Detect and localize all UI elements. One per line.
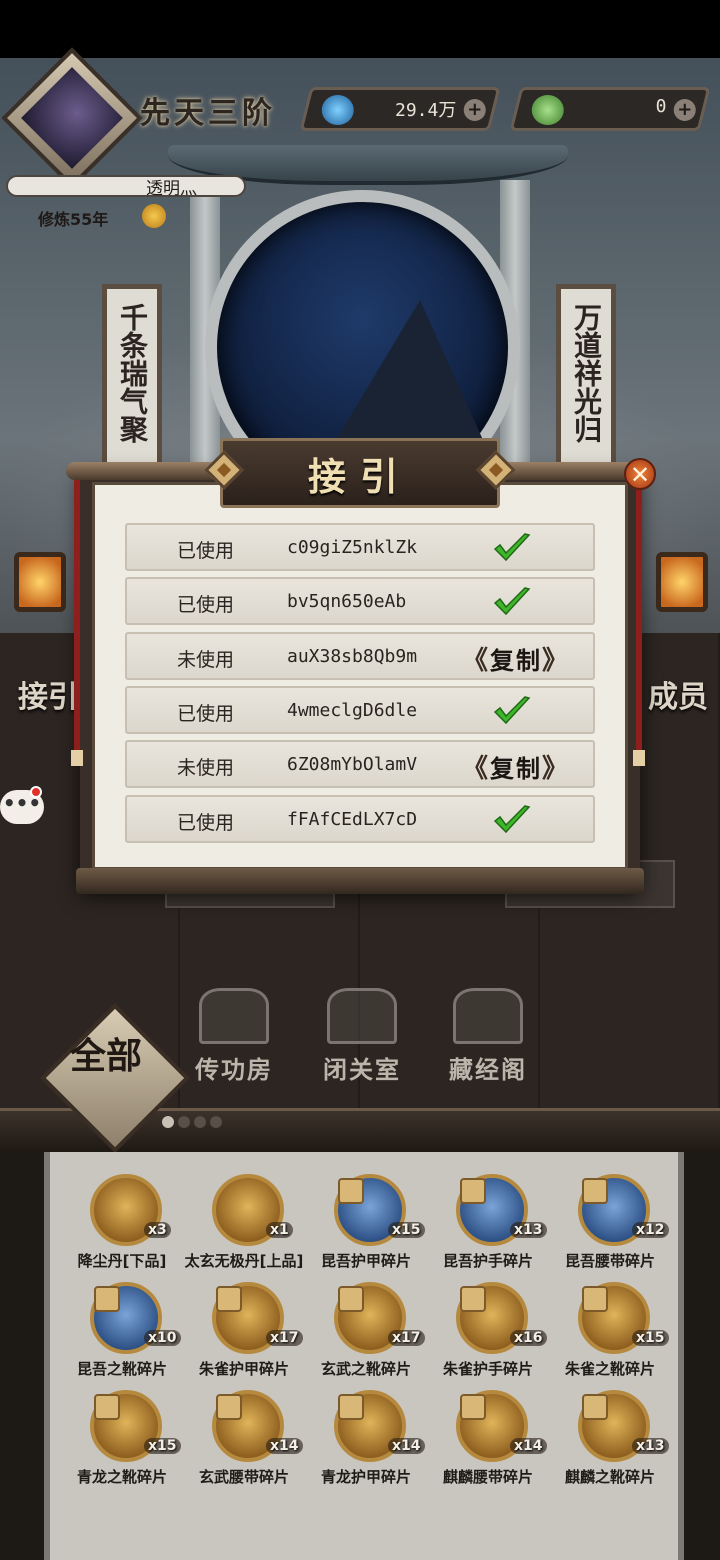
invite-code-row: 已使用 c09giZ5nklZk bbox=[125, 523, 595, 571]
bracket-left: 《 bbox=[461, 753, 490, 784]
invite-code: 4wmeclgD6dle bbox=[287, 700, 418, 721]
check-icon bbox=[493, 805, 531, 834]
check-icon bbox=[493, 533, 531, 562]
tassel bbox=[633, 480, 645, 766]
invite-code: c09giZ5nklZk bbox=[287, 537, 418, 558]
modal-title: 接引 bbox=[307, 453, 412, 499]
invite-code-row: 已使用 bv5qn650eAb bbox=[125, 577, 595, 625]
invite-code: 6Z08mYbOlamV bbox=[287, 754, 418, 775]
code-status: 已使用 bbox=[177, 594, 235, 616]
invite-code-row: 未使用 6Z08mYbOlamV 《复制》 bbox=[125, 740, 595, 788]
copy-label: 复制 bbox=[490, 645, 542, 675]
code-status: 未使用 bbox=[177, 757, 235, 779]
code-status: 已使用 bbox=[177, 703, 235, 725]
bracket-right: 》 bbox=[542, 645, 571, 676]
copy-button[interactable]: 《复制》 bbox=[457, 640, 575, 676]
copy-label: 复制 bbox=[490, 753, 542, 783]
invite-code-row: 未使用 auX38sb8Qb9m 《复制》 bbox=[125, 632, 595, 680]
check-icon bbox=[493, 696, 531, 725]
invite-code-row: 已使用 4wmeclgD6dle bbox=[125, 686, 595, 734]
scroll-rod-bottom bbox=[76, 868, 644, 894]
invite-code-row: 已使用 fFAfCEdLX7cD bbox=[125, 795, 595, 843]
invite-code: auX38sb8Qb9m bbox=[287, 646, 418, 667]
code-status: 已使用 bbox=[177, 812, 235, 834]
tassel bbox=[71, 480, 83, 766]
copy-button[interactable]: 《复制》 bbox=[457, 748, 575, 784]
bracket-right: 》 bbox=[542, 753, 571, 784]
code-status: 已使用 bbox=[177, 540, 235, 562]
modal-title-plate: 接引 bbox=[220, 438, 500, 508]
code-status: 未使用 bbox=[177, 649, 235, 671]
bracket-left: 《 bbox=[461, 645, 490, 676]
check-icon bbox=[493, 587, 531, 616]
close-button[interactable]: ✕ bbox=[624, 458, 656, 490]
invite-code: fFAfCEdLX7cD bbox=[287, 809, 418, 830]
invite-code: bv5qn650eAb bbox=[287, 591, 407, 612]
